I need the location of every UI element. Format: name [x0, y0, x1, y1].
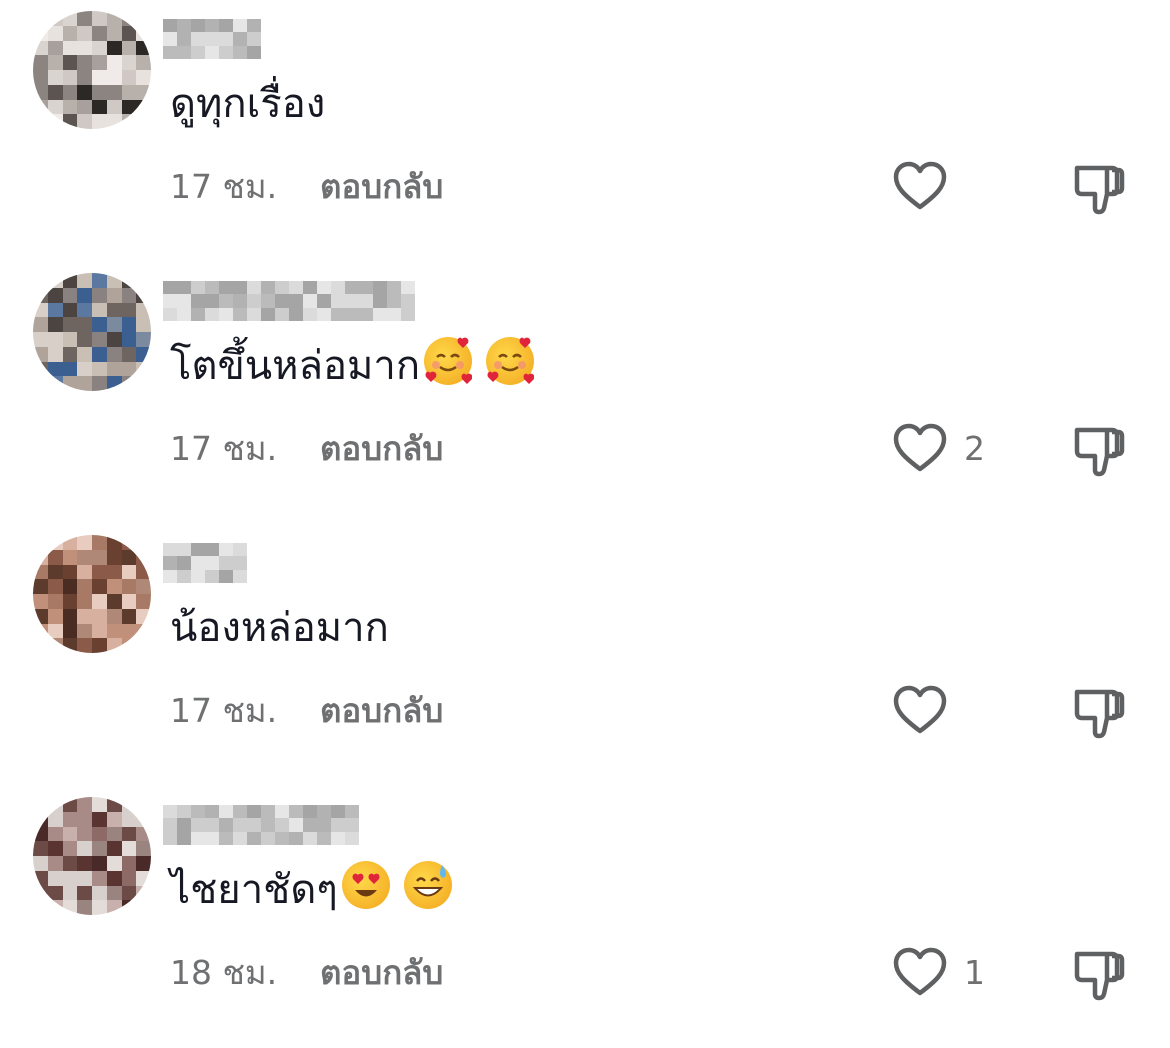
comment-text: ไชยาชัดๆ	[170, 860, 452, 920]
comment-time: 17 ชม.	[170, 429, 278, 468]
thumbs-down-icon	[1072, 422, 1126, 478]
username-blurred[interactable]	[163, 805, 359, 845]
comment-time: 17 ชม.	[170, 167, 278, 206]
dislike-button[interactable]	[1072, 160, 1126, 216]
like-button[interactable]: 2	[892, 422, 985, 474]
comment-meta: 17 ชม. ตอบกลับ	[170, 686, 443, 736]
heart-icon	[892, 160, 948, 212]
thumbs-down-icon	[1072, 160, 1126, 216]
heart-eyes-icon	[341, 861, 390, 909]
comment-text-content: น้องหล่อมาก	[170, 605, 389, 651]
heart-icon	[892, 422, 948, 474]
comment-text: น้องหล่อมาก	[170, 598, 389, 658]
comment-item: น้องหล่อมาก 17 ชม. ตอบกลับ	[0, 524, 1170, 786]
heart-icon	[892, 684, 948, 736]
comment-time: 18 ชม.	[170, 953, 278, 992]
reply-button[interactable]: ตอบกลับ	[320, 686, 443, 736]
comment-meta: 18 ชม. ตอบกลับ	[170, 948, 443, 998]
comment-text-content: ดูทุกเรื่อง	[170, 81, 326, 127]
like-button[interactable]: 1	[892, 946, 985, 998]
heart-icon	[892, 946, 948, 998]
comment-meta: 17 ชม. ตอบกลับ	[170, 162, 443, 212]
comment-text: ดูทุกเรื่อง	[170, 74, 325, 134]
comment-item: ดูทุกเรื่อง 17 ชม. ตอบกลับ	[0, 0, 1170, 262]
username-blurred[interactable]	[163, 543, 247, 583]
grinning-face-with-sweat-icon	[403, 861, 452, 909]
reply-button[interactable]: ตอบกลับ	[320, 162, 443, 212]
thumbs-down-icon	[1072, 684, 1126, 740]
comment-time: 17 ชม.	[170, 691, 278, 730]
comment-item: ไชยาชัดๆ 18 ชม. ตอบกลับ 1	[0, 786, 1170, 1048]
like-button[interactable]	[892, 160, 964, 212]
comment-text-content: โตขึ้นหล่อมาก	[170, 343, 421, 389]
smiling-face-with-hearts-icon	[486, 337, 535, 385]
dislike-button[interactable]	[1072, 422, 1126, 478]
comment-item: โตขึ้นหล่อมาก 17 ชม. ตอบกลับ 2	[0, 262, 1170, 524]
avatar[interactable]	[33, 797, 151, 915]
like-button[interactable]	[892, 684, 964, 736]
comment-text: โตขึ้นหล่อมาก	[170, 336, 535, 396]
avatar[interactable]	[33, 535, 151, 653]
avatar[interactable]	[33, 11, 151, 129]
avatar[interactable]	[33, 273, 151, 391]
like-count: 2	[964, 428, 985, 468]
username-blurred[interactable]	[163, 281, 415, 321]
comment-meta: 17 ชม. ตอบกลับ	[170, 424, 443, 474]
comment-text-content: ไชยาชัดๆ	[170, 867, 338, 913]
reply-button[interactable]: ตอบกลับ	[320, 948, 443, 998]
like-count: 1	[964, 952, 985, 992]
username-blurred[interactable]	[163, 19, 261, 59]
reply-button[interactable]: ตอบกลับ	[320, 424, 443, 474]
dislike-button[interactable]	[1072, 946, 1126, 1002]
thumbs-down-icon	[1072, 946, 1126, 1002]
dislike-button[interactable]	[1072, 684, 1126, 740]
smiling-face-with-hearts-icon	[424, 337, 473, 385]
